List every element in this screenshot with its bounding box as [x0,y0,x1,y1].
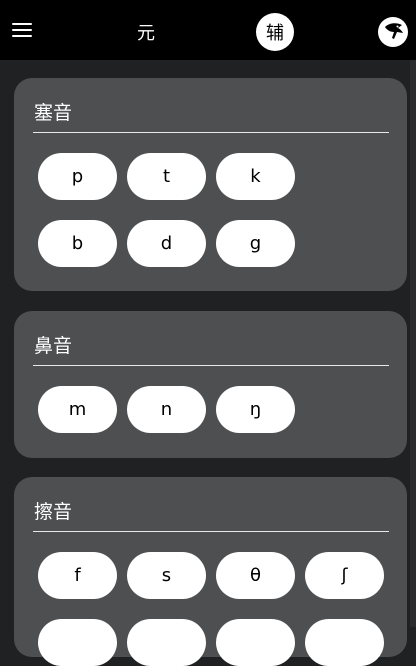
section-title: 塞音 [34,102,73,124]
content-area: 塞音 p t k b d g 鼻音 m n ŋ 擦音 f s θ ʃ [0,60,416,666]
phoneme-button[interactable] [127,619,206,666]
section-card-fricatives: 擦音 f s θ ʃ [14,477,407,666]
phoneme-button[interactable] [305,619,384,666]
section-card-nasals: 鼻音 m n ŋ [14,311,407,458]
menu-icon[interactable] [12,22,32,38]
bird-logo-icon[interactable] [378,17,408,47]
phoneme-button-d[interactable]: d [127,220,206,267]
top-bar: 元 辅 [0,0,416,60]
phoneme-button-n[interactable]: n [127,386,206,433]
section-divider [33,531,389,532]
section-divider [33,365,389,366]
section-title: 擦音 [34,501,73,523]
phoneme-button-s[interactable]: s [127,552,206,599]
section-card-plosives: 塞音 p t k b d g [14,78,407,291]
phoneme-button-f[interactable]: f [38,552,117,599]
phoneme-button[interactable] [216,619,295,666]
phoneme-button[interactable] [38,619,117,666]
phoneme-button-p[interactable]: p [38,153,117,200]
phoneme-button-k[interactable]: k [216,153,295,200]
section-divider [33,132,389,133]
phoneme-button-eng[interactable]: ŋ [216,386,295,433]
phoneme-button-theta[interactable]: θ [216,552,295,599]
phoneme-button-m[interactable]: m [38,386,117,433]
tab-consonants[interactable]: 辅 [256,13,294,51]
phoneme-button-esh[interactable]: ʃ [305,552,384,599]
phoneme-button-b[interactable]: b [38,220,117,267]
phoneme-button-t[interactable]: t [127,153,206,200]
scrollbar[interactable] [410,60,416,627]
tab-vowels[interactable]: 元 [127,13,165,51]
phoneme-button-g[interactable]: g [216,220,295,267]
section-title: 鼻音 [34,335,73,357]
